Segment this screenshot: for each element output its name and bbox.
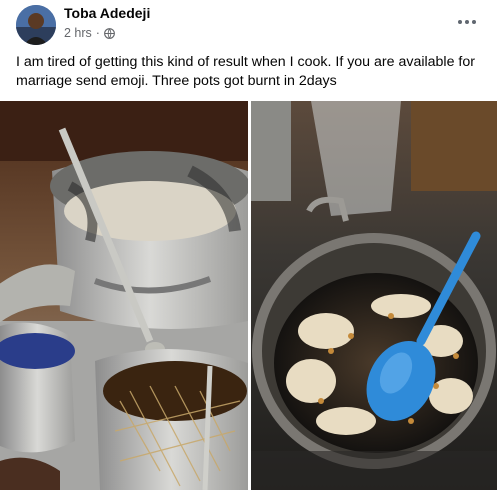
facebook-post: Toba Adedeji 2 hrs · I am tired of getti…	[0, 0, 497, 490]
post-text: I am tired of getting this kind of resul…	[16, 54, 475, 89]
meta-separator: ·	[95, 26, 100, 40]
photo-burnt-pots-sink[interactable]	[0, 101, 248, 490]
photo-burnt-pot-blue-spoon[interactable]	[251, 101, 497, 490]
avatar-image	[16, 5, 56, 45]
photo-grid	[0, 101, 497, 490]
author-avatar[interactable]	[16, 5, 56, 45]
globe-icon[interactable]	[104, 27, 115, 39]
post-time[interactable]: 2 hrs	[64, 26, 92, 40]
post-header: Toba Adedeji 2 hrs ·	[0, 0, 497, 50]
author-name[interactable]: Toba Adedeji	[64, 5, 150, 21]
post-meta: 2 hrs ·	[64, 26, 115, 40]
more-options-icon[interactable]	[451, 8, 483, 36]
